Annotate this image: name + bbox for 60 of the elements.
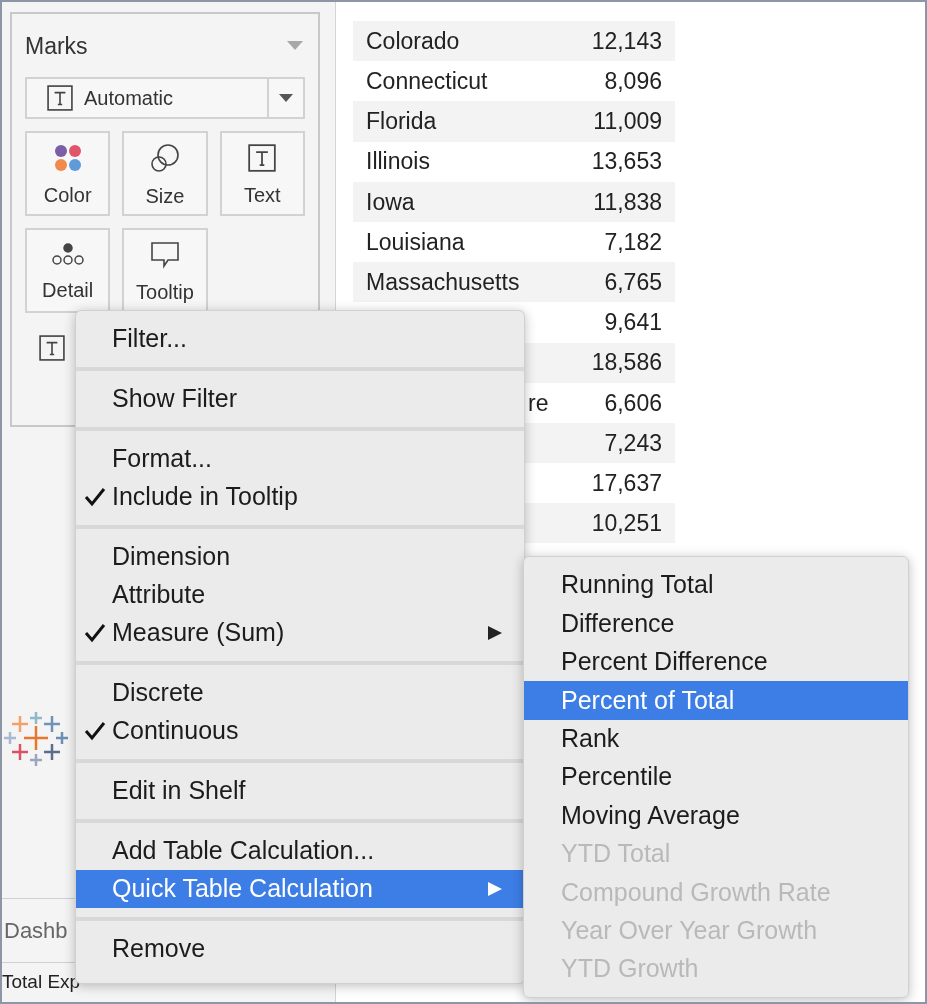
menu-item[interactable]: Quick Table Calculation: [76, 870, 524, 908]
menu-item[interactable]: Show Filter: [76, 380, 524, 418]
marks-card-button[interactable]: Color: [25, 131, 111, 216]
submenu-item[interactable]: Running Total: [524, 566, 908, 605]
menu-item[interactable]: Add Table Calculation...: [76, 832, 524, 870]
size-circles-icon: [150, 142, 180, 173]
value-cell-text: 7,243: [603, 428, 662, 458]
caret-icon: [279, 93, 293, 103]
value-cell-text: 11,009: [592, 107, 662, 137]
value-cell-text: 17,637: [590, 468, 662, 498]
value-cell-text: 6,606: [603, 388, 662, 418]
marks-title: Marks: [25, 31, 88, 61]
menu-item[interactable]: Measure (Sum): [76, 614, 524, 652]
menu-item[interactable]: Dimension: [76, 538, 524, 576]
value-cell-text: 13,653: [590, 147, 662, 177]
menu-item[interactable]: Remove: [76, 930, 524, 968]
sheet-tab[interactable]: Dashb: [2, 914, 68, 947]
value-cell-text: 9,641: [603, 308, 662, 338]
speech-bubble-icon: [150, 240, 180, 269]
marks-card-button[interactable]: Size: [122, 131, 208, 216]
value-cell-text: 6,765: [603, 267, 662, 297]
marks-card-button[interactable]: Text: [219, 131, 305, 216]
value-cell-text: 10,251: [590, 509, 662, 539]
state-name: re: [528, 389, 549, 416]
state-name: Iowa: [366, 188, 415, 215]
value-cell-text: 12,143: [590, 26, 662, 56]
menu-item[interactable]: Filter...: [76, 320, 524, 358]
marks-card-button[interactable]: Tooltip: [122, 228, 208, 313]
submenu-item[interactable]: Percent of Total: [524, 681, 908, 720]
color-dots-icon: [53, 143, 82, 172]
logo-icon: [4, 712, 68, 768]
text-mark-icon: [47, 85, 73, 111]
submenu-item[interactable]: Difference: [524, 604, 908, 643]
mark-type-dropdown[interactable]: Automatic: [25, 77, 305, 119]
state-name: Colorado: [366, 27, 460, 54]
text-mark-icon: [248, 143, 277, 172]
value-cell-text: 18,586: [590, 348, 662, 378]
mark-type-value: Automatic: [84, 86, 173, 111]
menu-item[interactable]: Format...: [76, 440, 524, 478]
menu-item[interactable]: Discrete: [76, 674, 524, 712]
text-mark-icon: [39, 335, 65, 361]
value-cell-text: 8,096: [603, 67, 662, 97]
menu-item[interactable]: Include in Tooltip: [76, 478, 524, 516]
marks-card-button[interactable]: Detail: [25, 228, 111, 313]
detail-dots-icon: [50, 242, 85, 267]
state-name: Louisiana: [366, 228, 465, 255]
menu-item[interactable]: Edit in Shelf: [76, 772, 524, 810]
state-name: Connecticut: [366, 68, 488, 95]
state-name: Florida: [366, 108, 437, 135]
state-name: Massachusetts: [366, 268, 520, 295]
submenu-item[interactable]: Percentile: [524, 757, 908, 797]
menu-item[interactable]: Continuous: [76, 712, 524, 750]
caret-icon[interactable]: [287, 41, 303, 51]
menu-item[interactable]: Attribute: [76, 576, 524, 614]
submenu-item[interactable]: Moving Average: [524, 796, 908, 835]
value-cell-text: 7,182: [603, 227, 662, 257]
value-cell-text: 11,838: [592, 187, 662, 217]
state-name: Illinois: [366, 148, 430, 175]
submenu-item[interactable]: Rank: [524, 719, 908, 758]
submenu-item[interactable]: Percent Difference: [524, 642, 908, 682]
